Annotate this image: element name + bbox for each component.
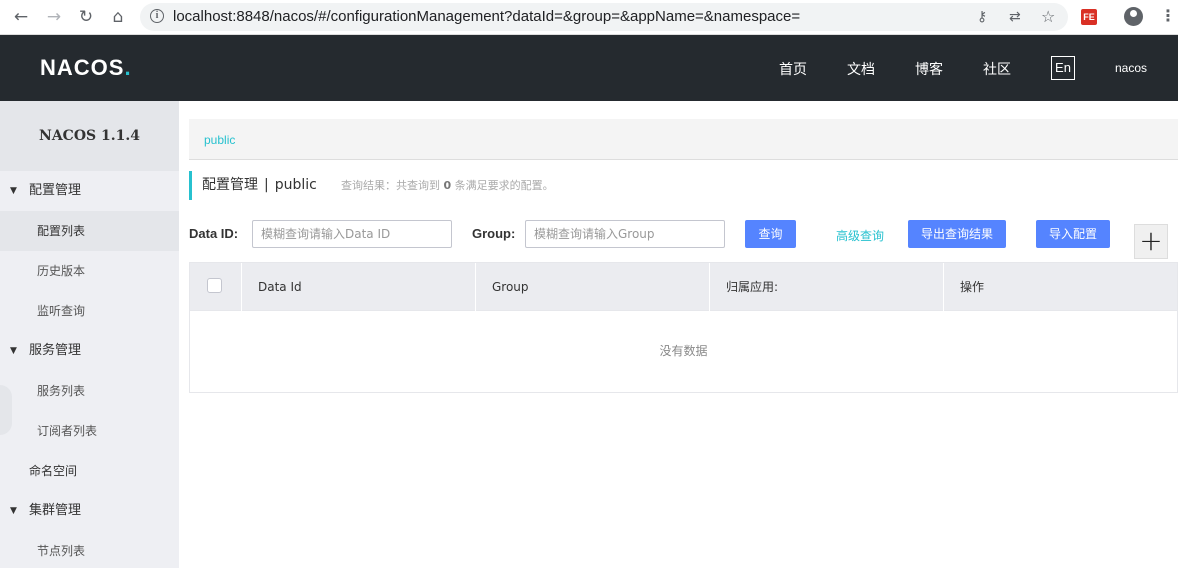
back-arrow-icon[interactable]: ← <box>11 7 31 27</box>
sidebar-group-label: 服务管理 <box>29 343 82 358</box>
caret-down-icon: ▼ <box>10 506 17 516</box>
sidebar-item-listener-query[interactable]: 监听查询 <box>0 291 179 331</box>
page-title-text: 配置管理 <box>202 177 258 193</box>
sidebar-item-namespace[interactable]: 命名空间 <box>0 451 179 491</box>
page-title: 配置管理 | public <box>189 171 317 200</box>
page-title-namespace: public <box>274 177 317 193</box>
extension-icon[interactable]: FE <box>1081 9 1097 25</box>
menu-icon[interactable]: ⋮ <box>1160 6 1176 25</box>
summary-prefix: 查询结果：共查询到 <box>341 179 440 192</box>
export-button[interactable]: 导出查询结果 <box>908 220 1006 248</box>
sidebar-group-cluster[interactable]: ▼ 集群管理 <box>0 491 179 531</box>
forward-arrow-icon[interactable]: → <box>44 7 64 27</box>
sidebar-group-label: 配置管理 <box>29 183 82 198</box>
sidebar-item-label: 订阅者列表 <box>37 424 98 438</box>
sidebar-group-service[interactable]: ▼ 服务管理 <box>0 331 179 371</box>
user-menu[interactable]: nacos <box>1115 61 1147 75</box>
select-all-checkbox[interactable] <box>207 278 222 293</box>
namespace-tab-public[interactable]: public <box>204 133 235 147</box>
summary-suffix: 条满足要求的配置。 <box>454 179 554 192</box>
browser-toolbar: ← → ↻ ⌂ i localhost:8848/nacos/#/configu… <box>0 0 1178 35</box>
column-header-dataid[interactable]: Data Id <box>241 263 475 311</box>
logo-text: NACOS <box>40 55 125 80</box>
sidebar-item-service-list[interactable]: 服务列表 <box>0 371 179 411</box>
search-button[interactable]: 查询 <box>745 220 796 248</box>
select-all-cell <box>190 263 241 311</box>
sidebar-item-label: 命名空间 <box>29 464 78 478</box>
import-button[interactable]: 导入配置 <box>1036 220 1110 248</box>
home-icon[interactable]: ⌂ <box>108 7 128 27</box>
summary-count: 0 <box>443 179 452 192</box>
column-header-actions: 操作 <box>943 263 1177 311</box>
info-icon[interactable]: i <box>150 9 164 23</box>
empty-state-text: 没有数据 <box>659 344 708 358</box>
sidebar-item-label: 节点列表 <box>37 544 86 558</box>
sidebar-item-label: 历史版本 <box>37 264 86 278</box>
version-title: NACOS 1.1.4 <box>0 101 179 171</box>
sidebar-item-subscribers[interactable]: 订阅者列表 <box>0 411 179 451</box>
group-label: Group: <box>472 226 516 241</box>
sidebar-item-label: 监听查询 <box>37 304 86 318</box>
dataid-input[interactable] <box>252 220 452 248</box>
sidebar: NACOS 1.1.4 ▼ 配置管理 配置列表 历史版本 监听查询 ▼ 服务管理… <box>0 101 179 568</box>
url-text[interactable]: localhost:8848/nacos/#/configurationMana… <box>173 8 800 25</box>
sidebar-collapse-handle[interactable] <box>0 385 12 435</box>
config-table: Data Id Group 归属应用: 操作 没有数据 <box>189 262 1178 393</box>
caret-down-icon: ▼ <box>10 186 17 196</box>
title-separator: | <box>264 177 269 193</box>
nav-home[interactable]: 首页 <box>779 59 807 79</box>
caret-down-icon: ▼ <box>10 346 17 356</box>
translate-icon[interactable]: ⇄ <box>1009 9 1021 25</box>
language-toggle[interactable]: En <box>1051 56 1075 80</box>
nav-community[interactable]: 社区 <box>983 59 1011 79</box>
group-input[interactable] <box>525 220 725 248</box>
column-header-app[interactable]: 归属应用: <box>709 263 943 311</box>
sidebar-group-label: 集群管理 <box>29 503 82 518</box>
sidebar-group-config[interactable]: ▼ 配置管理 <box>0 171 179 211</box>
sidebar-item-history[interactable]: 历史版本 <box>0 251 179 291</box>
address-bar[interactable]: i localhost:8848/nacos/#/configurationMa… <box>140 3 1068 31</box>
reload-icon[interactable]: ↻ <box>76 7 96 27</box>
advanced-query-link[interactable]: 高级查询 <box>836 227 884 244</box>
query-summary: 查询结果：共查询到 0 条满足要求的配置。 <box>341 177 554 193</box>
nav-docs[interactable]: 文档 <box>847 59 875 79</box>
app-header: NACOS. 首页 文档 博客 社区 En nacos <box>0 35 1178 101</box>
sidebar-item-label: 配置列表 <box>37 224 86 238</box>
key-icon[interactable]: ⚷ <box>977 9 987 25</box>
table-header: Data Id Group 归属应用: 操作 <box>190 263 1177 311</box>
namespace-bar: public <box>189 119 1178 160</box>
dataid-label: Data ID: <box>189 226 239 241</box>
nav-blog[interactable]: 博客 <box>915 59 943 79</box>
column-header-group[interactable]: Group <box>475 263 709 311</box>
nacos-logo[interactable]: NACOS. <box>40 55 132 81</box>
add-config-button[interactable]: + <box>1134 224 1168 259</box>
star-icon[interactable]: ☆ <box>1041 7 1055 26</box>
profile-icon[interactable] <box>1124 7 1143 26</box>
sidebar-item-config-list[interactable]: 配置列表 <box>0 211 179 251</box>
sidebar-item-node-list[interactable]: 节点列表 <box>0 531 179 571</box>
logo-dot: . <box>124 55 132 80</box>
sidebar-item-label: 服务列表 <box>37 384 86 398</box>
